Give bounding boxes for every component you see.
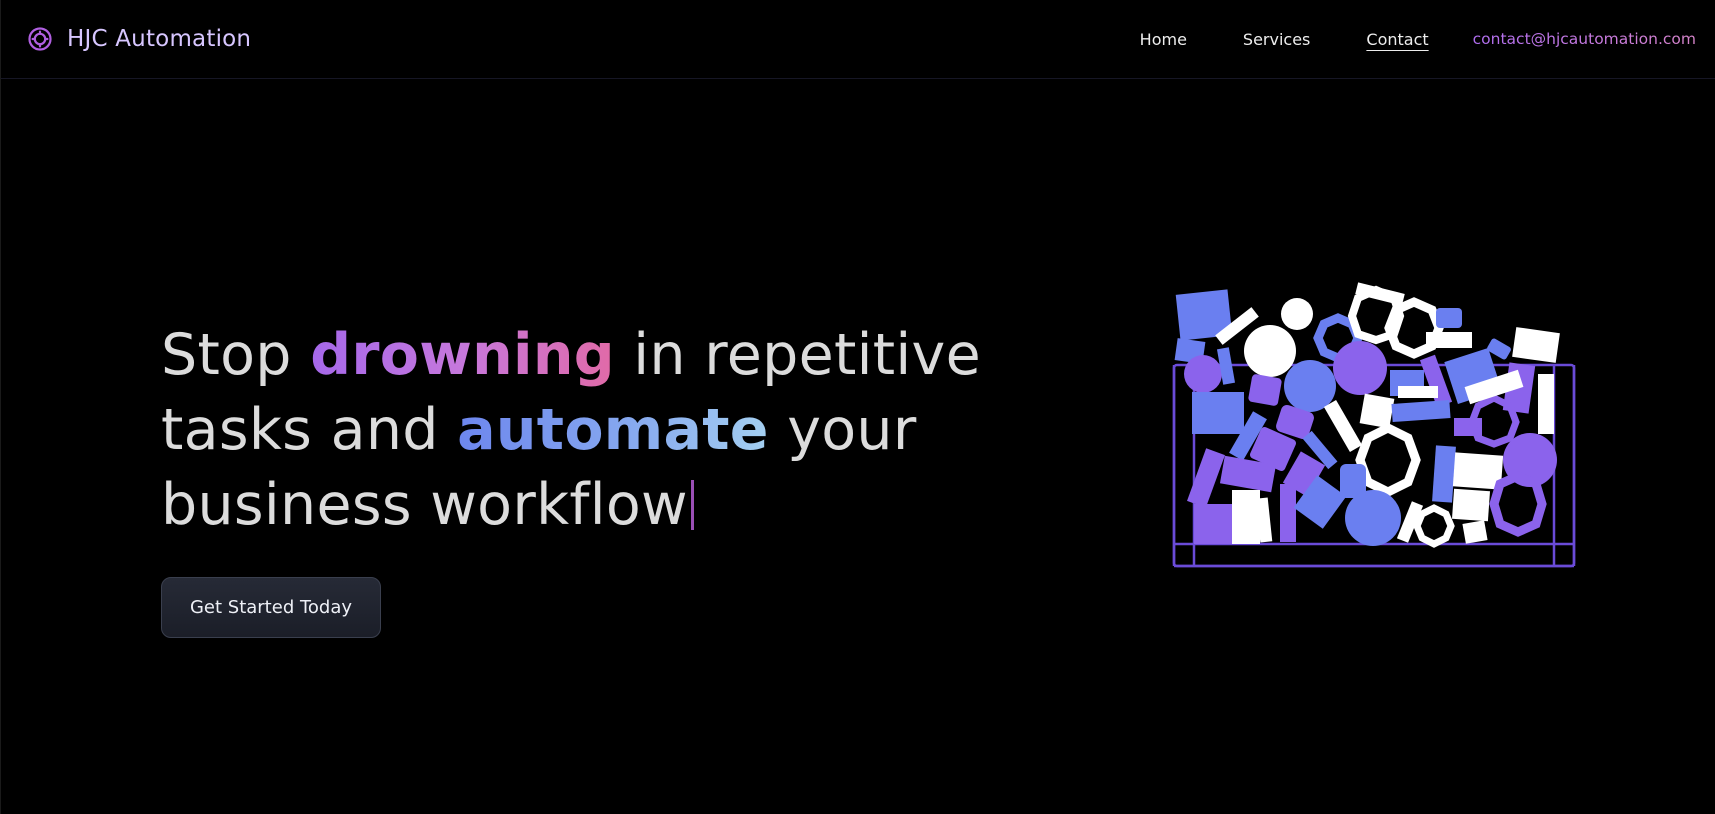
nav-link-services[interactable]: Services — [1243, 30, 1310, 49]
hero-headline: Stop drowning in repetitive tasks and au… — [161, 318, 981, 543]
brand-logo-link[interactable]: HJC Automation — [27, 23, 251, 55]
nav-link-contact[interactable]: Contact — [1366, 30, 1428, 49]
typing-cursor — [690, 480, 694, 530]
highlight-drowning: drowning — [310, 322, 615, 388]
hero-line-2-post: your — [768, 397, 917, 463]
hero-line-1: Stop drowning in repetitive — [161, 318, 981, 393]
shape-pile — [1174, 282, 1560, 548]
shapes-bin-illustration — [1172, 282, 1576, 568]
highlight-automate: automate — [457, 397, 769, 463]
hero-line-2: tasks and automate your — [161, 393, 981, 468]
navbar: HJC Automation Home Services Contact con… — [1, 0, 1715, 79]
contact-email-link[interactable]: contact@hjcautomation.com — [1473, 30, 1696, 48]
nav-link-home[interactable]: Home — [1140, 30, 1187, 49]
hero-line-3: business workflow — [161, 468, 981, 543]
hero-line-3-text: business workflow — [161, 472, 688, 538]
gear-icon — [28, 27, 52, 51]
hero-line-1-post: in repetitive — [614, 322, 981, 388]
hero-line-2-pre: tasks and — [161, 397, 458, 463]
nav-links: Home Services Contact contact@hjcautomat… — [1084, 27, 1696, 51]
brand-name: HJC Automation — [67, 26, 252, 52]
get-started-button[interactable]: Get Started Today — [161, 577, 381, 638]
page: HJC Automation Home Services Contact con… — [0, 0, 1715, 814]
hero-line-1-pre: Stop — [161, 322, 311, 388]
